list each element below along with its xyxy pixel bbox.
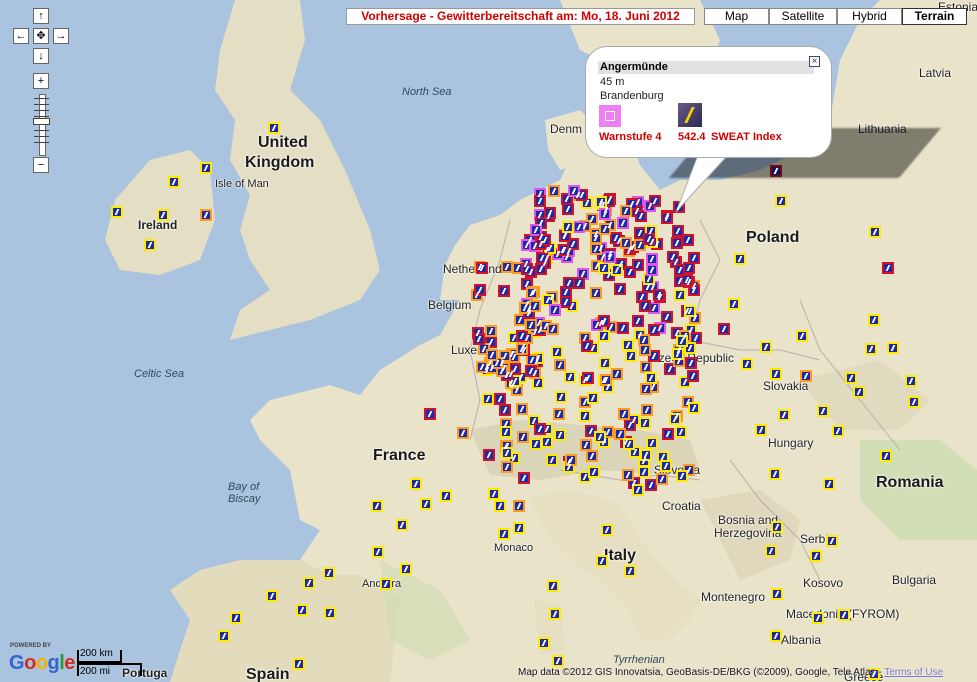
copyright-text: Map data ©2012 GIS Innovatsia, GeoBasis-… [518, 667, 885, 678]
map-type-hybrid-button[interactable]: Hybrid [837, 8, 902, 25]
zoom-in-button[interactable]: + [33, 73, 49, 89]
pan-left-button[interactable]: ← [13, 28, 29, 44]
info-sweat-value: 542.4 [678, 131, 706, 143]
map-type-satellite-button[interactable]: Satellite [769, 8, 837, 25]
info-region: Brandenburg [600, 90, 664, 102]
zoom-tick [34, 110, 49, 111]
google-logo[interactable]: POWERED BY Google [9, 643, 75, 675]
copyright-notice: Map data ©2012 GIS Innovatsia, GeoBasis-… [518, 667, 943, 678]
forecast-title: Vorhersage - Gewitterbereitschaft am: Mo… [346, 8, 695, 25]
pan-up-button[interactable]: ↑ [33, 8, 49, 24]
terms-of-use-link[interactable]: Terms of Use [884, 667, 943, 678]
zoom-tick [34, 104, 49, 105]
info-sweat-label: SWEAT Index [711, 131, 782, 143]
map-type-map-button[interactable]: Map [704, 8, 769, 25]
zoom-slider-handle[interactable] [33, 118, 50, 125]
lightning-icon [678, 103, 702, 127]
zoom-out-button[interactable]: − [33, 157, 49, 173]
zoom-tick [34, 130, 49, 131]
scale-km-label: 200 km [80, 648, 113, 659]
map-type-terrain-button[interactable]: Terrain [902, 8, 967, 25]
zoom-tick [34, 116, 49, 117]
powered-by-label: POWERED BY [10, 643, 52, 649]
map-canvas[interactable]: North Sea Celtic Sea Bay of Biscay Tyrrh… [0, 0, 977, 682]
scale-bar: 200 km 200 mi [77, 648, 177, 678]
info-place-name: Angermünde [598, 61, 814, 74]
zoom-tick [34, 136, 49, 137]
info-elevation: 45 m [600, 76, 625, 88]
info-warn-label: Warnstufe 4 [599, 131, 662, 143]
map-type-selector: Map Satellite Hybrid Terrain [704, 8, 967, 25]
zoom-tick [34, 142, 49, 143]
pan-down-button[interactable]: ↓ [33, 48, 49, 64]
scale-mi-label: 200 mi [80, 666, 111, 677]
warning-level-icon [599, 105, 621, 127]
close-icon[interactable]: × [809, 56, 820, 67]
pan-right-button[interactable]: → [53, 28, 69, 44]
zoom-tick [34, 98, 49, 99]
pan-center-button[interactable]: ✥ [33, 28, 49, 44]
